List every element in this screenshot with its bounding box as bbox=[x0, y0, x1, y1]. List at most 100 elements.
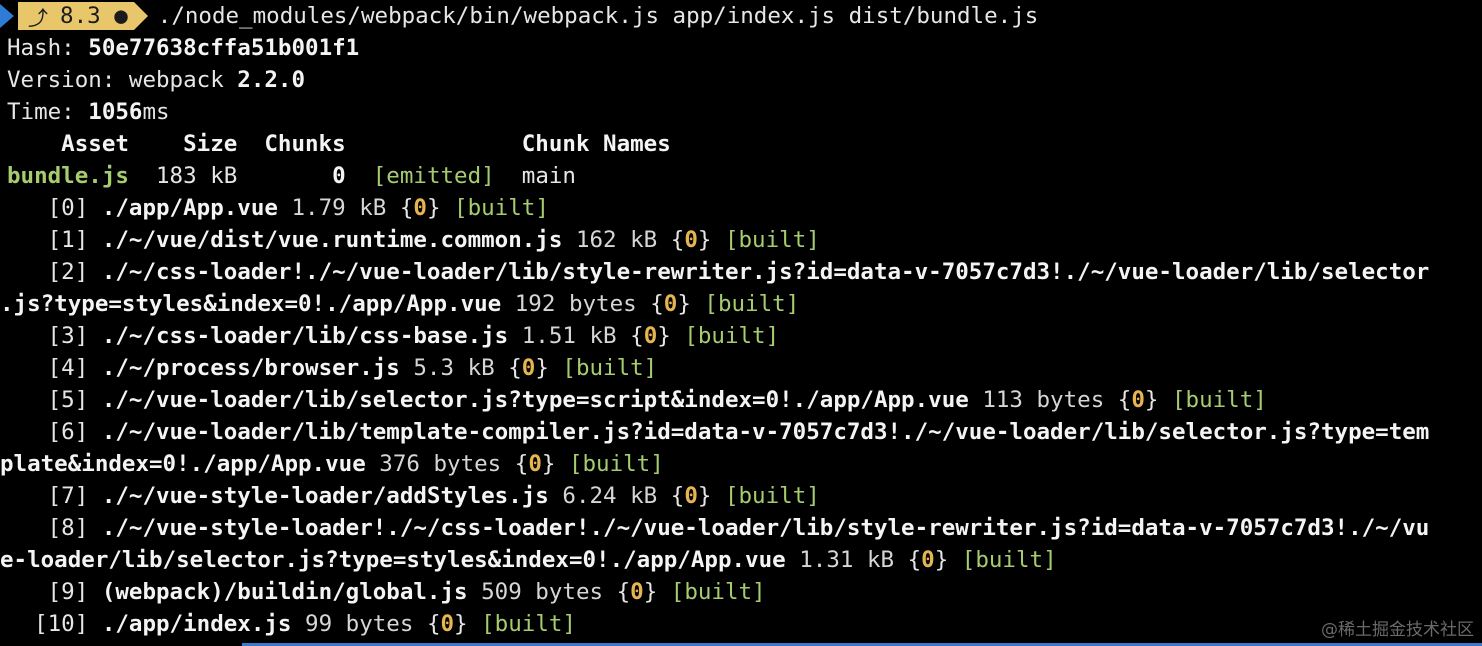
chunk-close-brace: } bbox=[541, 451, 569, 477]
module-status: [built] bbox=[961, 547, 1057, 573]
module-size: 5.3 kB bbox=[399, 355, 509, 381]
git-branch-icon: ⤴ bbox=[28, 5, 61, 30]
module-index: [1] bbox=[7, 227, 102, 253]
module-chunk-id: 0 bbox=[684, 483, 698, 509]
module-size: 376 bytes bbox=[365, 451, 515, 477]
module-path-continued: .js?type=styles&index=0!./app/App.vue bbox=[0, 291, 502, 317]
module-path-continued: plate&index=0!./app/App.vue bbox=[0, 451, 366, 477]
chunk-open-brace: { bbox=[616, 579, 631, 605]
module-path: ./~/vue-loader/lib/template-compiler.js?… bbox=[101, 419, 1430, 445]
watermark: @稀土掘金技术社区 bbox=[1321, 620, 1474, 640]
module-line: [7] ./~/vue-style-loader/addStyles.js 6.… bbox=[7, 480, 1482, 512]
module-size: 1.79 kB bbox=[277, 195, 400, 221]
module-chunk-id: 0 bbox=[643, 323, 658, 349]
shell-prompt: ⤴ 8.3 ● ./node_modules/webpack/bin/webpa… bbox=[0, 0, 1482, 32]
chunk-open-brace: { bbox=[508, 355, 522, 381]
module-path: ./~/css-loader!./~/vue-loader/lib/style-… bbox=[101, 259, 1430, 285]
module-line-continued: e-loader/lib/selector.js?type=styles&ind… bbox=[0, 544, 1482, 576]
module-status: [built] bbox=[454, 195, 549, 221]
module-line: [10] ./app/index.js 99 bytes {0} [built] bbox=[7, 608, 1482, 640]
module-status: [built] bbox=[724, 483, 820, 509]
module-line: [3] ./~/css-loader/lib/css-base.js 1.51 … bbox=[7, 320, 1482, 352]
module-list: [0] ./app/App.vue 1.79 kB {0} [built] [1… bbox=[0, 192, 1482, 640]
module-status: [built] bbox=[684, 323, 780, 349]
version-line: Version: webpack 2.2.0 bbox=[7, 67, 306, 93]
chunk-close-brace: } bbox=[677, 291, 705, 317]
chunk-open-brace: { bbox=[426, 611, 441, 637]
version-value: 2.2.0 bbox=[237, 67, 306, 93]
module-path: ./app/App.vue bbox=[101, 195, 278, 221]
module-status: [built] bbox=[724, 227, 820, 253]
module-size: 1.51 kB bbox=[508, 323, 631, 349]
chunk-open-brace: { bbox=[670, 227, 685, 253]
module-index: [8] bbox=[7, 515, 102, 541]
module-line: [5] ./~/vue-loader/lib/selector.js?type=… bbox=[7, 384, 1482, 416]
chunk-open-brace: { bbox=[670, 483, 685, 509]
chunk-close-brace: } bbox=[426, 195, 455, 221]
module-path: ./~/vue/dist/vue.runtime.common.js bbox=[101, 227, 563, 253]
module-path: ./~/vue-loader/lib/selector.js?type=scri… bbox=[101, 387, 969, 413]
time-value: 1056 bbox=[88, 99, 143, 125]
module-chunk-id: 0 bbox=[684, 227, 698, 253]
module-path: (webpack)/buildin/global.js bbox=[101, 579, 468, 605]
module-index: [10] bbox=[7, 611, 102, 637]
module-status: [built] bbox=[1171, 387, 1267, 413]
command-text[interactable]: ./node_modules/webpack/bin/webpack.js ap… bbox=[158, 3, 1039, 29]
module-chunk-id: 0 bbox=[528, 451, 542, 477]
module-size: 1.31 kB bbox=[785, 547, 908, 573]
module-size: 192 bytes bbox=[501, 291, 651, 317]
module-index: [6] bbox=[7, 419, 102, 445]
module-chunk-id: 0 bbox=[1131, 387, 1145, 413]
chunk-close-brace: } bbox=[535, 355, 563, 381]
module-line: [8] ./~/vue-style-loader!./~/css-loader!… bbox=[7, 512, 1482, 544]
module-path: ./~/vue-style-loader!./~/css-loader!./~/… bbox=[101, 515, 1430, 541]
emitted-status: [emitted] bbox=[345, 163, 495, 189]
module-status: [built] bbox=[562, 355, 658, 381]
module-line: [2] ./~/css-loader!./~/vue-loader/lib/st… bbox=[7, 256, 1482, 288]
module-line: [6] ./~/vue-loader/lib/template-compiler… bbox=[7, 416, 1482, 448]
module-path: ./~/vue-style-loader/addStyles.js bbox=[101, 483, 549, 509]
module-index: [3] bbox=[7, 323, 102, 349]
module-index: [9] bbox=[7, 579, 102, 605]
module-chunk-id: 0 bbox=[413, 195, 427, 221]
module-line: [9] (webpack)/buildin/global.js 509 byte… bbox=[7, 576, 1482, 608]
module-chunk-id: 0 bbox=[663, 291, 678, 317]
hash-line: Hash: 50e77638cffa51b001f1 bbox=[7, 35, 360, 61]
module-line: [4] ./~/process/browser.js 5.3 kB {0} [b… bbox=[7, 352, 1482, 384]
module-chunk-id: 0 bbox=[521, 355, 536, 381]
module-index: [5] bbox=[7, 387, 102, 413]
module-index: [0] bbox=[7, 195, 102, 221]
prompt-start-segment bbox=[0, 4, 14, 28]
terminal-output: Hash: 50e77638cffa51b001f1 Version: webp… bbox=[0, 32, 1482, 640]
chunk-open-brace: { bbox=[514, 451, 529, 477]
hash-value: 50e77638cffa51b001f1 bbox=[88, 35, 360, 61]
module-index: [2] bbox=[7, 259, 102, 285]
module-line: [0] ./app/App.vue 1.79 kB {0} [built] bbox=[7, 192, 1482, 224]
chunk-open-brace: { bbox=[1117, 387, 1132, 413]
chunk-open-brace: { bbox=[630, 323, 644, 349]
module-status: [built] bbox=[670, 579, 766, 605]
chunk-open-brace: { bbox=[650, 291, 664, 317]
module-index: [7] bbox=[7, 483, 102, 509]
chunk-close-brace: } bbox=[1144, 387, 1172, 413]
chunk-close-brace: } bbox=[697, 483, 725, 509]
module-line: [1] ./~/vue/dist/vue.runtime.common.js 1… bbox=[7, 224, 1482, 256]
module-size: 509 bytes bbox=[467, 579, 617, 605]
module-chunk-id: 0 bbox=[921, 547, 935, 573]
node-version: 8.3 bbox=[60, 3, 101, 29]
module-size: 99 bytes bbox=[291, 611, 427, 637]
chunk-close-brace: } bbox=[657, 323, 685, 349]
module-index: [4] bbox=[7, 355, 102, 381]
module-status: [built] bbox=[481, 611, 576, 637]
module-status: [built] bbox=[568, 451, 664, 477]
asset-table-header: Asset Size Chunks Chunk Names bbox=[7, 131, 671, 157]
module-chunk-id: 0 bbox=[440, 611, 455, 637]
module-chunk-id: 0 bbox=[630, 579, 644, 605]
asset-table-row: bundle.js 183 kB 0 [emitted] main bbox=[7, 163, 576, 189]
chunk-close-brace: } bbox=[934, 547, 962, 573]
prompt-node-segment: ⤴ 8.3 ● bbox=[18, 2, 134, 30]
module-status: [built] bbox=[704, 291, 800, 317]
time-line: Time: 1056ms bbox=[7, 99, 170, 125]
module-line-continued: plate&index=0!./app/App.vue 376 bytes {0… bbox=[0, 448, 1482, 480]
module-size: 162 kB bbox=[562, 227, 671, 253]
